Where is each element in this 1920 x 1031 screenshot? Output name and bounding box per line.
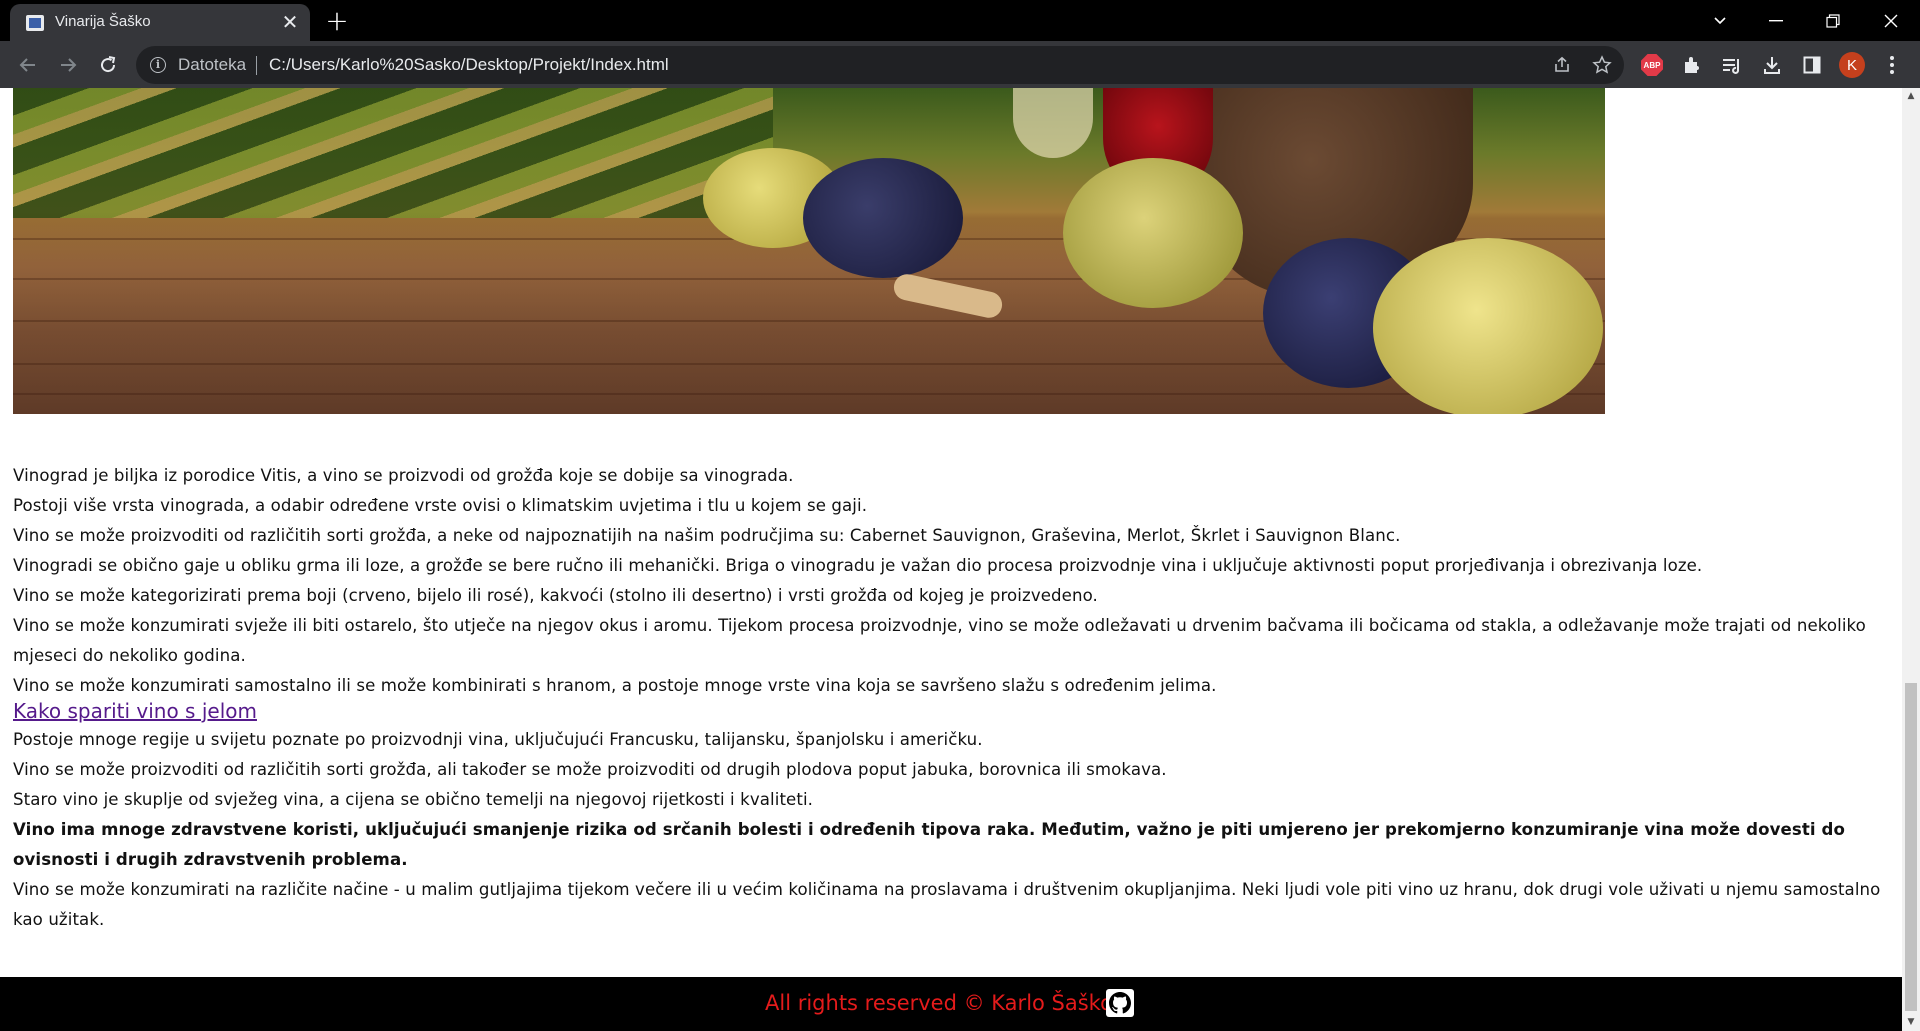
avatar[interactable]: K (1839, 52, 1865, 78)
share-icon[interactable] (1551, 54, 1573, 76)
github-icon[interactable] (1106, 989, 1134, 1017)
white-grapes-right (1373, 238, 1603, 414)
white-grapes-center (1063, 158, 1243, 308)
paragraph: Vino se može kategorizirati prema boji (… (13, 586, 1098, 605)
tab-favicon-icon (26, 15, 44, 31)
paragraph: Vino se može konzumirati svježe ili biti… (13, 616, 1866, 665)
address-bar[interactable]: i Datoteka C:/Users/Karlo%20Sasko/Deskto… (136, 46, 1624, 84)
paragraph: Vino se može proizvoditi od različitih s… (13, 526, 1401, 545)
restore-icon[interactable] (1808, 0, 1858, 41)
reading-list-icon[interactable] (1719, 52, 1745, 78)
bookmark-star-icon[interactable] (1591, 54, 1613, 76)
paragraph: Vinograd je biljka iz porodice Vitis, a … (13, 466, 794, 485)
tab-search-icon[interactable] (1695, 0, 1745, 41)
dark-grapes-left (803, 158, 963, 278)
window-close-icon[interactable] (1866, 0, 1916, 41)
paragraph: Staro vino je skuplje od svježeg vina, a… (13, 790, 814, 809)
page-viewport: Vinograd je biljka iz porodice Vitis, a … (0, 88, 1902, 1031)
vineyard-rows (13, 88, 773, 218)
page-scrollbar[interactable]: ▲ ▼ (1902, 88, 1920, 1031)
paragraph: Postoji više vrsta vinograda, a odabir o… (13, 496, 868, 515)
browser-tab[interactable]: Vinarija Šaško ✕ (10, 4, 310, 41)
menu-icon[interactable] (1879, 52, 1905, 78)
url-text[interactable]: C:/Users/Karlo%20Sasko/Desktop/Projekt/I… (269, 55, 669, 75)
white-wine-glass (1013, 88, 1093, 158)
hero-image (13, 88, 1605, 414)
footer-copyright: All rights reserved © Karlo Šaško (765, 991, 1113, 1015)
paragraph: Vino se može konzumirati na različite na… (13, 880, 1881, 929)
download-icon[interactable] (1759, 52, 1785, 78)
main-content: Vinograd je biljka iz porodice Vitis, a … (13, 461, 1893, 935)
forward-icon[interactable] (52, 49, 84, 81)
minimize-icon[interactable] (1751, 0, 1801, 41)
wine-pairing-link[interactable]: Kako spariti vino s jelom (13, 699, 257, 723)
browser-toolbar: i Datoteka C:/Users/Karlo%20Sasko/Deskto… (0, 41, 1920, 88)
paragraph: Vino se može konzumirati samostalno ili … (13, 676, 1217, 695)
extensions-icon[interactable] (1679, 52, 1705, 78)
side-panel-icon[interactable] (1799, 52, 1825, 78)
close-icon[interactable]: ✕ (278, 10, 302, 34)
page-footer: All rights reserved © Karlo Šaško (0, 977, 1902, 1031)
info-icon[interactable]: i (150, 57, 166, 73)
back-icon[interactable] (12, 49, 44, 81)
tab-title: Vinarija Šaško (55, 13, 151, 30)
abp-icon[interactable]: ABP (1639, 52, 1665, 78)
bold-paragraph: Vino ima mnoge zdravstvene koristi, uklj… (13, 820, 1846, 869)
scroll-down-icon[interactable]: ▼ (1902, 1014, 1920, 1031)
paragraph: Postoje mnoge regije u svijetu poznate p… (13, 730, 983, 749)
paragraph: Vinogradi se obično gaje u obliku grma i… (13, 556, 1703, 575)
scroll-thumb[interactable] (1905, 683, 1917, 1011)
paragraph: Vino se može proizvoditi od različitih s… (13, 760, 1167, 779)
url-divider (256, 56, 257, 75)
tab-bar: Vinarija Šaško ✕ + (0, 0, 1920, 41)
scroll-up-icon[interactable]: ▲ (1902, 88, 1920, 105)
new-tab-icon[interactable]: + (322, 6, 352, 36)
reload-icon[interactable] (92, 49, 124, 81)
url-scheme-label: Datoteka (178, 55, 247, 74)
